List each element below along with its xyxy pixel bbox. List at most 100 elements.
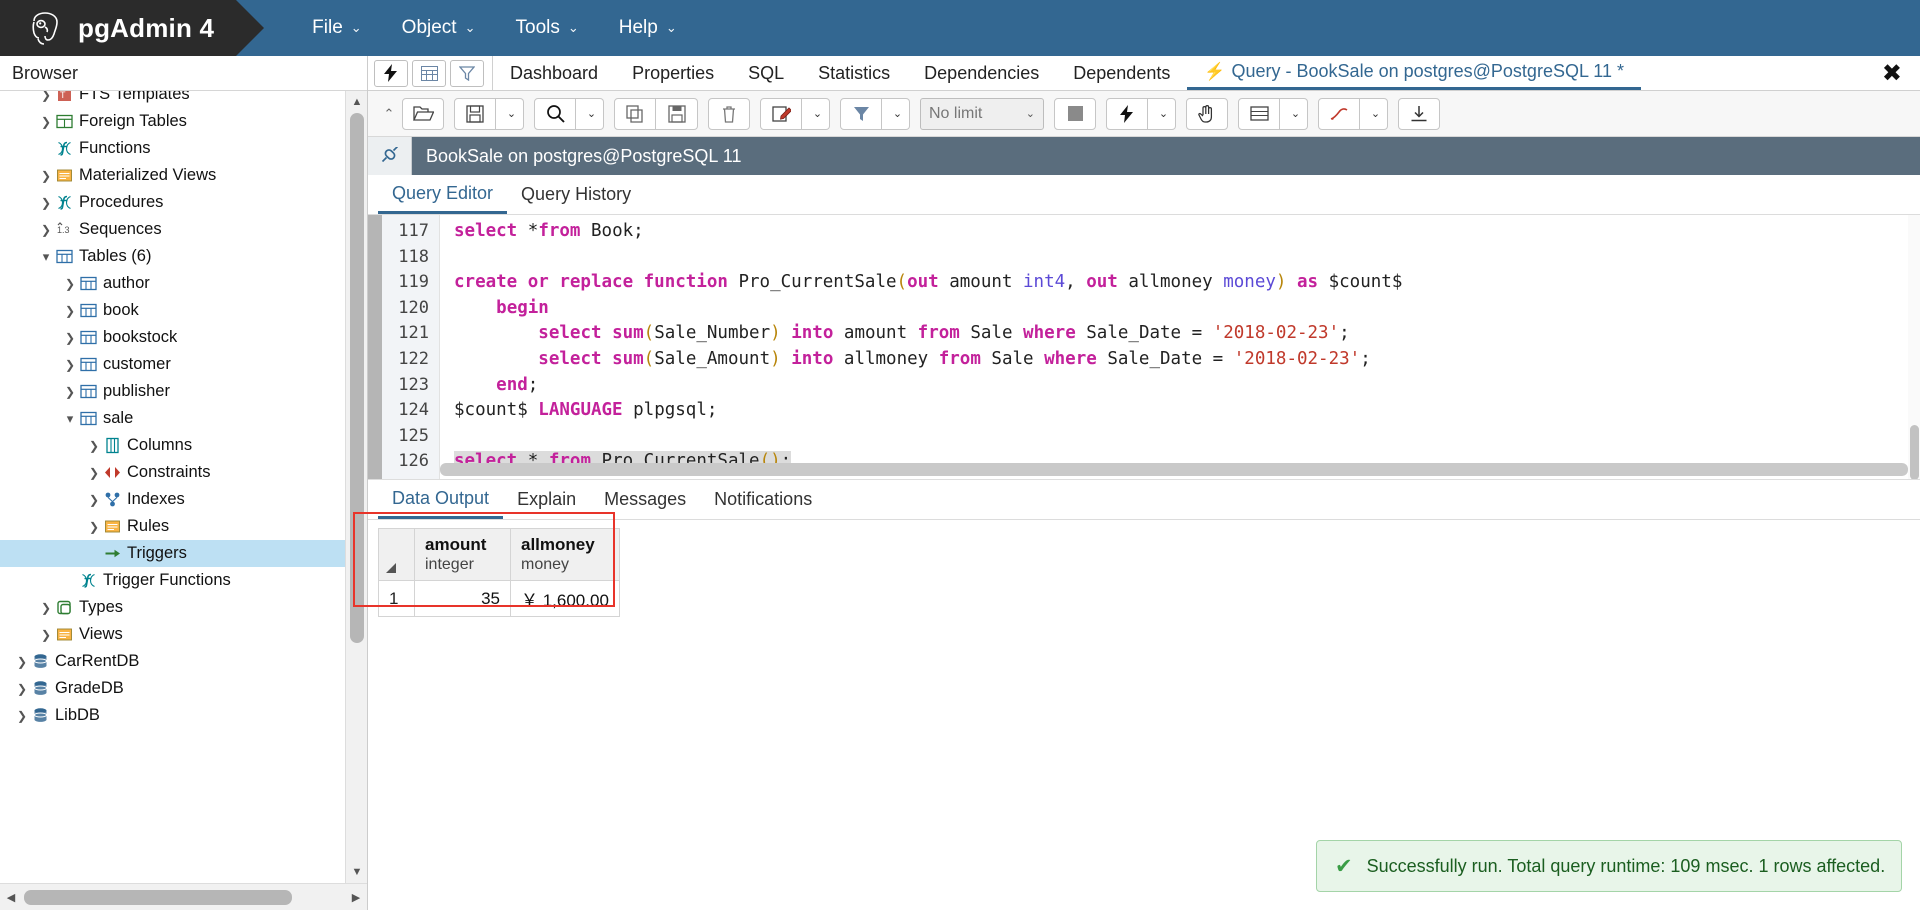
pan-hand-icon[interactable]	[1186, 97, 1228, 130]
tree-item-columns[interactable]: ❯ Columns	[0, 432, 367, 459]
tab-properties[interactable]: Properties	[615, 56, 731, 90]
copy-icon[interactable]	[614, 97, 656, 130]
chevron-right-icon[interactable]: ❯	[86, 439, 102, 453]
chevron-right-icon[interactable]: ❯	[86, 493, 102, 507]
tree-item-trigger-functions[interactable]: Trigger Functions	[0, 567, 367, 594]
menu-help[interactable]: Help ⌄	[599, 0, 697, 56]
grid-view-icon[interactable]	[412, 59, 446, 87]
code-line[interactable]: select sum(Sale_Amount) into allmoney fr…	[454, 347, 1920, 373]
tab-dependencies[interactable]: Dependencies	[907, 56, 1056, 90]
tree-item-bookstock[interactable]: ❯ bookstock	[0, 324, 367, 351]
scroll-left-icon[interactable]: ◀	[0, 891, 22, 904]
chevron-right-icon[interactable]: ❯	[14, 709, 30, 723]
tab-sql[interactable]: SQL	[731, 56, 801, 90]
code-line[interactable]: select *from Book;	[454, 219, 1920, 245]
tree-item-materialized-views[interactable]: ❯ Materialized Views	[0, 162, 367, 189]
execute-query-bolt-icon[interactable]	[1106, 97, 1148, 130]
chevron-right-icon[interactable]: ❯	[14, 655, 30, 669]
tree-item-libdb[interactable]: ❯ LibDB	[0, 702, 367, 729]
paste-icon[interactable]	[656, 97, 698, 130]
collapse-toolbar-icon[interactable]: ⌃	[376, 106, 402, 122]
tab-statistics[interactable]: Statistics	[801, 56, 907, 90]
tree-item-foreign-tables[interactable]: ❯ Foreign Tables	[0, 108, 367, 135]
quick-search-bolt-icon[interactable]	[374, 59, 408, 87]
tab-dependents[interactable]: Dependents	[1056, 56, 1187, 90]
select-all-corner[interactable]	[378, 527, 415, 582]
chevron-right-icon[interactable]: ❯	[62, 304, 78, 318]
filter-icon[interactable]	[450, 59, 484, 87]
chevron-right-icon[interactable]: ❯	[38, 91, 54, 102]
code-line[interactable]	[454, 245, 1920, 271]
stop-query-button[interactable]	[1054, 97, 1096, 130]
editor-vscroll-thumb[interactable]	[1910, 425, 1919, 479]
chevron-right-icon[interactable]: ❯	[62, 385, 78, 399]
tree-vertical-scrollbar[interactable]: ▲ ▼	[345, 91, 367, 883]
tree-item-functions[interactable]: Functions	[0, 135, 367, 162]
chevron-right-icon[interactable]: ❯	[86, 520, 102, 534]
cell-amount[interactable]: 35	[414, 580, 511, 618]
tree-item-procedures[interactable]: ❯ Procedures	[0, 189, 367, 216]
tree-item-customer[interactable]: ❯ customer	[0, 351, 367, 378]
editor-tab-query-editor[interactable]: Query Editor	[378, 175, 508, 214]
editor-vertical-scrollbar[interactable]	[1908, 215, 1920, 479]
code-line[interactable]: $count$ LANGUAGE plpgsql;	[454, 398, 1920, 424]
save-options-chevron-icon[interactable]: ⌄	[496, 97, 524, 130]
code-line[interactable]: end;	[454, 373, 1920, 399]
macro-icon[interactable]	[1318, 97, 1360, 130]
edit-options-chevron-icon[interactable]: ⌄	[802, 97, 830, 130]
close-tab-icon[interactable]: ✖	[1872, 56, 1920, 90]
tree-item-gradedb[interactable]: ❯ GradeDB	[0, 675, 367, 702]
download-csv-icon[interactable]	[1398, 97, 1440, 130]
scroll-down-icon[interactable]: ▼	[346, 861, 367, 883]
code-line[interactable]: create or replace function Pro_CurrentSa…	[454, 270, 1920, 296]
execute-options-chevron-icon[interactable]: ⌄	[1148, 97, 1176, 130]
table-row[interactable]: 1 35 ￥ 1,600.00	[378, 580, 620, 618]
code-line[interactable]: begin	[454, 296, 1920, 322]
cell-allmoney[interactable]: ￥ 1,600.00	[510, 580, 620, 618]
tree-item-tables-6[interactable]: ▾ Tables (6)	[0, 243, 367, 270]
tree-item-author[interactable]: ❯ author	[0, 270, 367, 297]
tree-item-triggers[interactable]: Triggers	[0, 540, 367, 567]
tree-item-sequences[interactable]: ❯ 1.3 Sequences	[0, 216, 367, 243]
chevron-right-icon[interactable]: ❯	[62, 331, 78, 345]
chevron-right-icon[interactable]: ❯	[38, 223, 54, 237]
tree-scroll-thumb[interactable]	[350, 113, 364, 643]
chevron-right-icon[interactable]: ❯	[38, 169, 54, 183]
scroll-right-icon[interactable]: ▶	[345, 891, 367, 904]
chevron-right-icon[interactable]: ❯	[14, 682, 30, 696]
filter-options-chevron-icon[interactable]: ⌄	[882, 97, 910, 130]
editor-tab-query-history[interactable]: Query History	[507, 175, 645, 214]
editor-hscroll-thumb[interactable]	[440, 463, 1908, 476]
tree-horizontal-scrollbar[interactable]: ◀ ▶	[0, 883, 367, 910]
tree-hscroll-thumb[interactable]	[24, 889, 292, 905]
open-file-icon[interactable]	[402, 97, 444, 130]
column-header-amount[interactable]: amount integer	[414, 527, 511, 582]
chevron-right-icon[interactable]: ❯	[38, 601, 54, 615]
menu-object[interactable]: Object ⌄	[382, 0, 496, 56]
filter-rows-icon[interactable]	[840, 97, 882, 130]
sql-code-content[interactable]: select *from Book; create or replace fun…	[440, 215, 1920, 479]
connection-status-icon[interactable]	[368, 137, 412, 175]
tree-item-sale[interactable]: ▾ sale	[0, 405, 367, 432]
tree-item-rules[interactable]: ❯ Rules	[0, 513, 367, 540]
macro-options-chevron-icon[interactable]: ⌄	[1360, 97, 1388, 130]
chevron-right-icon[interactable]: ❯	[38, 115, 54, 129]
find-icon[interactable]	[534, 97, 576, 130]
row-limit-select[interactable]: No limit ⌄	[920, 97, 1044, 130]
code-line[interactable]: select sum(Sale_Number) into amount from…	[454, 321, 1920, 347]
menu-tools[interactable]: Tools ⌄	[496, 0, 599, 56]
explain-panel-icon[interactable]	[1238, 97, 1280, 130]
tree-item-fts-templates[interactable]: ❯ T FTS Templates	[0, 91, 367, 108]
delete-icon[interactable]	[708, 97, 750, 130]
tree-item-carrentdb[interactable]: ❯ CarRentDB	[0, 648, 367, 675]
chevron-right-icon[interactable]: ❯	[38, 196, 54, 210]
find-options-chevron-icon[interactable]: ⌄	[576, 97, 604, 130]
code-line[interactable]	[454, 424, 1920, 450]
scroll-up-icon[interactable]: ▲	[346, 91, 367, 113]
output-tab-notifications[interactable]: Notifications	[700, 480, 826, 519]
chevron-right-icon[interactable]: ❯	[86, 466, 102, 480]
tree-item-types[interactable]: ❯ Types	[0, 594, 367, 621]
chevron-right-icon[interactable]: ❯	[38, 628, 54, 642]
tree-item-constraints[interactable]: ❯ Constraints	[0, 459, 367, 486]
menu-file[interactable]: File ⌄	[292, 0, 382, 56]
